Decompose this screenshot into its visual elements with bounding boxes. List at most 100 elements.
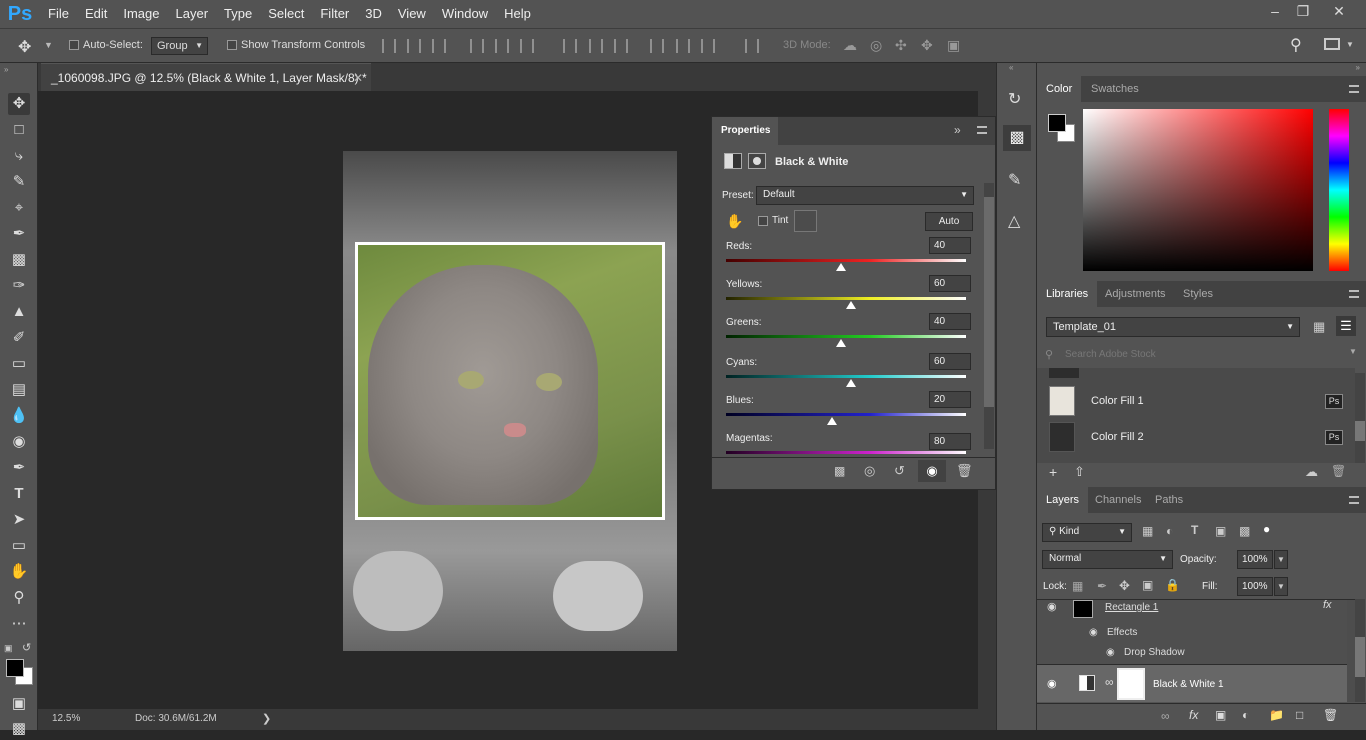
auto-align-icon[interactable] [745, 39, 759, 53]
rectangle-tool-icon[interactable]: ▭ [8, 535, 30, 557]
tab-color[interactable]: Color [1037, 76, 1082, 102]
add-style-fx-icon[interactable]: fx [1189, 708, 1198, 722]
auto-button[interactable]: Auto [925, 212, 973, 231]
auto-select-dropdown[interactable]: Group ▼ [151, 37, 208, 55]
libraries-panel-menu-icon[interactable] [1349, 290, 1359, 298]
tool-preset-chevron-icon[interactable]: ▼ [44, 40, 53, 50]
add-content-icon[interactable]: + [1049, 464, 1057, 480]
align-vcenter-icon[interactable] [407, 39, 421, 53]
type-tool-icon[interactable]: T [8, 483, 30, 505]
show-transform-checkbox[interactable] [227, 40, 237, 50]
crop-tool-icon[interactable]: ⌖ [8, 197, 30, 219]
menu-filter[interactable]: Filter [312, 0, 357, 28]
3d-drag-icon[interactable]: ✣ [895, 37, 907, 54]
stock-search-input[interactable]: Search Adobe Stock [1065, 349, 1156, 360]
library-item[interactable]: Color Fill 2 Ps [1037, 419, 1355, 455]
fill-input[interactable]: 100% [1237, 577, 1273, 596]
restore-icon[interactable]: ❐ [1286, 0, 1320, 24]
upload-icon[interactable]: ⇧ [1074, 464, 1085, 480]
new-layer-icon[interactable]: □ [1296, 708, 1303, 722]
layer-effects-fx-icon[interactable]: fx [1323, 600, 1332, 611]
library-dropdown[interactable]: Template_01 ▼ [1046, 317, 1300, 337]
reds-slider-thumb[interactable] [836, 263, 847, 271]
menu-image[interactable]: Image [115, 0, 167, 28]
yellows-slider-track[interactable] [726, 297, 966, 300]
distribute-top-icon[interactable] [563, 39, 577, 53]
layer-row-rectangle[interactable]: ◉ Rectangle 1 fx [1037, 600, 1347, 624]
quick-mask-icon[interactable]: ▣ [8, 693, 30, 715]
eraser-tool-icon[interactable]: ▭ [8, 353, 30, 375]
rectangle-color-window[interactable] [355, 242, 665, 520]
document-tab[interactable]: _1060098.JPG @ 12.5% (Black & White 1, L… [41, 63, 371, 91]
distribute-bottom-icon[interactable] [614, 39, 628, 53]
move-tool-icon[interactable]: ✥ [18, 37, 31, 57]
visibility-eye-icon[interactable]: ◉ [1047, 677, 1057, 690]
opacity-input[interactable]: 100% [1237, 550, 1273, 569]
color-panel-menu-icon[interactable] [1349, 85, 1359, 93]
zoom-tool-icon[interactable]: ⚲ [8, 587, 30, 609]
delete-layer-icon[interactable]: 🗑 [1323, 708, 1338, 722]
link-layers-icon[interactable]: ∞ [1161, 709, 1170, 723]
close-tab-icon[interactable]: ✕ [353, 64, 363, 92]
properties-scrollbar[interactable] [984, 183, 994, 449]
layer-filter-dropdown[interactable]: ⚲ Kind ▼ [1042, 523, 1132, 542]
blues-slider-track[interactable] [726, 413, 966, 416]
workspace-icon[interactable] [1324, 38, 1340, 50]
tab-styles[interactable]: Styles [1174, 281, 1222, 307]
properties-tab[interactable]: Properties [712, 117, 778, 145]
layers-scrollbar[interactable] [1355, 599, 1365, 702]
menu-window[interactable]: Window [434, 0, 496, 28]
menu-layer[interactable]: Layer [168, 0, 217, 28]
swap-colors-icon[interactable]: ↺ [22, 641, 31, 654]
cyans-value[interactable]: 60 [929, 353, 971, 370]
workspace-chevron-icon[interactable]: ▼ [1346, 40, 1354, 49]
lock-transparent-icon[interactable]: ▦ [1072, 579, 1083, 593]
3d-panel-icon[interactable]: △ [1008, 211, 1020, 231]
visibility-eye-icon[interactable]: ◉ [1047, 600, 1057, 613]
filter-type-icon[interactable]: T [1191, 523, 1198, 537]
preset-dropdown[interactable]: Default ▼ [756, 186, 974, 205]
align-bottom-icon[interactable] [432, 39, 446, 53]
search-chevron-icon[interactable]: ▼ [1349, 347, 1357, 356]
screen-mode-icon[interactable]: ▩ [8, 718, 30, 740]
yellows-value[interactable]: 60 [929, 275, 971, 292]
view-previous-state-icon[interactable]: ◎ [864, 463, 875, 479]
list-view-icon[interactable]: ☰ [1336, 316, 1356, 336]
lock-artboard-icon[interactable]: ▣ [1142, 578, 1153, 592]
clip-to-layer-icon[interactable]: ▩ [834, 464, 845, 478]
cyans-slider-thumb[interactable] [845, 379, 856, 387]
align-hcenter-icon[interactable] [495, 39, 509, 53]
menu-type[interactable]: Type [216, 0, 260, 28]
distribute-hcenter-icon[interactable] [676, 39, 690, 53]
collapse-right-panels-icon[interactable]: » [1356, 63, 1360, 72]
tint-checkbox[interactable] [758, 216, 768, 226]
align-left-icon[interactable] [470, 39, 484, 53]
lasso-tool-icon[interactable]: ⤷ [8, 145, 30, 167]
distribute-right-icon[interactable] [701, 39, 715, 53]
filter-smart-object-icon[interactable]: ▩ [1239, 524, 1250, 538]
quick-select-tool-icon[interactable]: ✎ [8, 171, 30, 193]
close-window-icon[interactable]: ✕ [1322, 0, 1356, 24]
align-right-icon[interactable] [520, 39, 534, 53]
show-transform-option[interactable]: Show Transform Controls [227, 39, 365, 51]
tab-swatches[interactable]: Swatches [1082, 76, 1148, 102]
menu-3d[interactable]: 3D [357, 0, 390, 28]
eyedropper-tool-icon[interactable]: ✒ [8, 223, 30, 245]
more-tools-icon[interactable]: ⋯ [8, 613, 30, 635]
layer-row-effects[interactable]: ◉ Effects [1037, 624, 1347, 644]
fill-chevron-icon[interactable]: ▼ [1274, 577, 1288, 596]
magentas-value[interactable]: 80 [929, 433, 971, 450]
blur-tool-icon[interactable]: 💧 [8, 405, 30, 427]
filter-adjustment-icon[interactable]: ◐ [1166, 524, 1173, 538]
lock-all-icon[interactable]: 🔒 [1165, 578, 1180, 592]
tint-color-swatch[interactable] [794, 210, 817, 232]
filter-toggle-icon[interactable]: ● [1263, 522, 1270, 536]
blues-value[interactable]: 20 [929, 391, 971, 408]
tab-adjustments[interactable]: Adjustments [1096, 281, 1175, 307]
dodge-tool-icon[interactable]: ◉ [8, 431, 30, 453]
healing-brush-tool-icon[interactable]: ▩ [8, 249, 30, 271]
menu-select[interactable]: Select [260, 0, 312, 28]
distribute-left-icon[interactable] [650, 39, 664, 53]
tab-paths[interactable]: Paths [1146, 487, 1192, 513]
pen-tool-icon[interactable]: ✒ [8, 457, 30, 479]
